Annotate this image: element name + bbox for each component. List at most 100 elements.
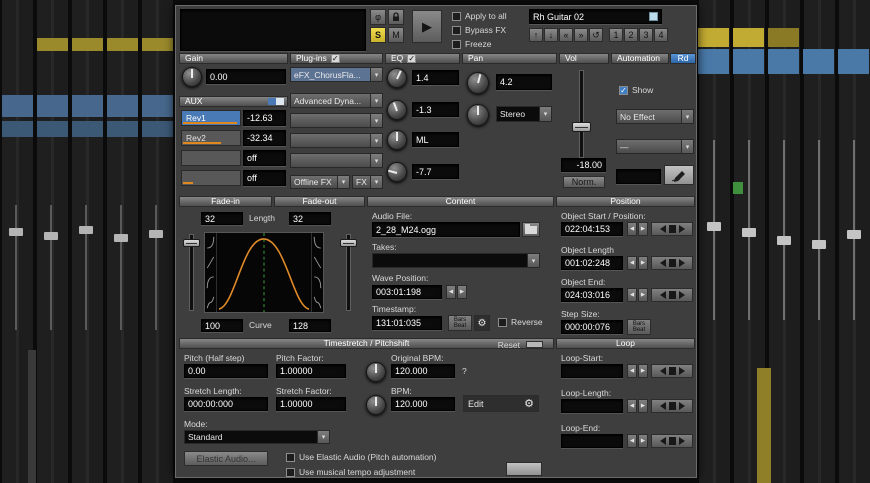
bypass-fx-checkbox[interactable] <box>452 26 461 35</box>
blank-button[interactable] <box>506 462 542 476</box>
aux-mini-fader[interactable] <box>268 98 284 105</box>
timestretch-section-header[interactable]: Timestretch / Pitchshift Reset <box>179 338 554 349</box>
aux-send-2-value[interactable]: -32.34 <box>243 130 286 146</box>
elastic-audio-button[interactable]: Elastic Audio... <box>184 451 268 466</box>
offline-fx-button[interactable]: Offline FX▾ <box>290 175 350 189</box>
stretch-factor-field[interactable]: 1.00000 <box>276 397 346 411</box>
aux-send-1-value[interactable]: -12.63 <box>243 110 286 126</box>
aux-send-1-name[interactable]: Rev1 <box>181 110 241 126</box>
decrement-button[interactable]: ◀ <box>627 434 637 448</box>
pan-width-knob[interactable] <box>467 104 489 126</box>
object-prev-button[interactable]: « <box>559 28 573 42</box>
phase-button[interactable]: φ <box>370 9 386 25</box>
eq-section-header[interactable]: EQ ✓ <box>385 53 460 64</box>
pan-mode-dropdown[interactable]: Stereo▾ <box>496 106 552 122</box>
fade-in-section-header[interactable]: Fade-in <box>179 196 272 207</box>
bpm-help-button[interactable]: ? <box>462 366 467 376</box>
mute-button[interactable]: M <box>388 27 404 43</box>
automation-parameter-dropdown[interactable]: —▾ <box>616 139 694 154</box>
eq-band-3-value[interactable]: ML <box>412 132 459 147</box>
bpm-edit-button[interactable]: Edit ⚙ <box>463 395 539 412</box>
fade-in-curve-presets[interactable] <box>205 233 217 312</box>
pan-section-header[interactable]: Pan <box>462 53 557 64</box>
automation-section-header[interactable]: Automation <box>611 53 669 64</box>
fade-out-length-field[interactable]: 32 <box>289 212 331 225</box>
decrement-button[interactable]: ◀ <box>446 285 456 299</box>
browse-file-button[interactable] <box>522 222 540 237</box>
fade-in-curve-field[interactable]: 100 <box>201 319 243 332</box>
preset-1-button[interactable]: 1 <box>609 28 623 42</box>
object-down-button[interactable]: ↓ <box>544 28 558 42</box>
eq-band-4-value[interactable]: -7.7 <box>412 164 459 179</box>
automation-show-checkbox[interactable]: ✓ <box>619 86 628 95</box>
aux-section-header[interactable]: AUX <box>179 96 288 107</box>
increment-button[interactable]: ▶ <box>638 256 648 270</box>
bpm-field[interactable]: 120.000 <box>391 397 455 411</box>
automation-draw-button[interactable] <box>664 165 694 185</box>
volume-value-field[interactable]: -18.00 <box>561 158 606 172</box>
object-end-field[interactable]: 024:03:016 <box>561 288 623 302</box>
aux-send-3-value[interactable]: off <box>243 150 286 166</box>
plugin-slot-2[interactable]: Advanced Dyna...▾ <box>290 93 383 108</box>
timestamp-field[interactable]: 131:01:035 <box>372 316 442 330</box>
fade-out-section-header[interactable]: Fade-out <box>274 196 365 207</box>
loop-end-field[interactable] <box>561 434 623 448</box>
aux-send-3-name[interactable] <box>181 150 241 166</box>
preset-4-button[interactable]: 4 <box>654 28 668 42</box>
loop-length-field[interactable] <box>561 399 623 413</box>
step-size-bars-beat-button[interactable]: Bars Beat <box>627 319 651 335</box>
step-size-field[interactable]: 000:00:076 <box>561 320 623 334</box>
object-name-field[interactable]: Rh Guitar 02 <box>529 9 662 24</box>
freeze-checkbox[interactable] <box>452 40 461 49</box>
timestamp-bars-beat-button[interactable]: Bars Beat <box>448 315 472 331</box>
increment-button[interactable]: ▶ <box>638 288 648 302</box>
plugin-slot-4[interactable]: ▾ <box>290 133 383 148</box>
loop-section-header[interactable]: Loop <box>556 338 695 349</box>
gain-knob[interactable] <box>182 67 202 87</box>
takes-dropdown[interactable]: ▾ <box>372 253 540 268</box>
eq-band-4-knob[interactable] <box>387 162 407 182</box>
automation-read-button[interactable]: Rd <box>670 53 696 64</box>
plugin-slot-3[interactable]: ▾ <box>290 113 383 128</box>
pitch-knob[interactable] <box>366 362 386 382</box>
decrement-button[interactable]: ◀ <box>627 288 637 302</box>
loop-start-field[interactable] <box>561 364 623 378</box>
loop-end-drag-handle[interactable] <box>651 434 693 448</box>
object-start-field[interactable]: 022:04:153 <box>561 222 623 236</box>
pan-value-field[interactable]: 4.2 <box>496 74 552 90</box>
object-length-drag-handle[interactable] <box>651 256 693 270</box>
loop-start-drag-handle[interactable] <box>651 364 693 378</box>
normalize-button[interactable]: Norm. <box>563 176 605 188</box>
aux-send-4-name[interactable] <box>181 170 241 186</box>
object-start-drag-handle[interactable] <box>651 222 693 236</box>
fade-in-length-field[interactable]: 32 <box>201 212 243 225</box>
track-color-chip[interactable] <box>649 12 658 21</box>
vol-section-header[interactable]: Vol <box>559 53 609 64</box>
decrement-button[interactable]: ◀ <box>627 222 637 236</box>
decrement-button[interactable]: ◀ <box>627 399 637 413</box>
increment-button[interactable]: ▶ <box>638 399 648 413</box>
pan-knob[interactable] <box>467 72 489 94</box>
pitch-field[interactable]: 0.00 <box>184 364 268 378</box>
preset-2-button[interactable]: 2 <box>624 28 638 42</box>
stretch-length-field[interactable]: 000:00:000 <box>184 397 268 411</box>
eq-band-1-knob[interactable] <box>387 68 407 88</box>
increment-button[interactable]: ▶ <box>638 364 648 378</box>
volume-fader-track[interactable] <box>579 70 584 158</box>
plugin-slot-1[interactable]: eFX_ChorusFla...▾ <box>290 67 383 82</box>
automation-effect-dropdown[interactable]: No Effect▾ <box>616 109 694 124</box>
reverse-checkbox[interactable] <box>498 318 507 327</box>
fade-out-curve-presets[interactable] <box>311 233 323 312</box>
mode-dropdown[interactable]: Standard▾ <box>184 430 330 444</box>
increment-button[interactable]: ▶ <box>638 434 648 448</box>
loop-length-drag-handle[interactable] <box>651 399 693 413</box>
aux-send-4-value[interactable]: off <box>243 170 286 186</box>
use-musical-checkbox[interactable] <box>286 468 295 477</box>
apply-to-all-checkbox[interactable] <box>452 12 461 21</box>
plugins-enable-checkbox[interactable]: ✓ <box>331 54 340 63</box>
play-button[interactable]: ▶ <box>412 10 442 43</box>
timestamp-settings-button[interactable]: ⚙ <box>474 315 490 331</box>
undo-button[interactable]: ↺ <box>589 28 603 42</box>
fade-in-slider-handle[interactable] <box>183 239 200 247</box>
wave-position-field[interactable]: 003:01:198 <box>372 285 442 299</box>
